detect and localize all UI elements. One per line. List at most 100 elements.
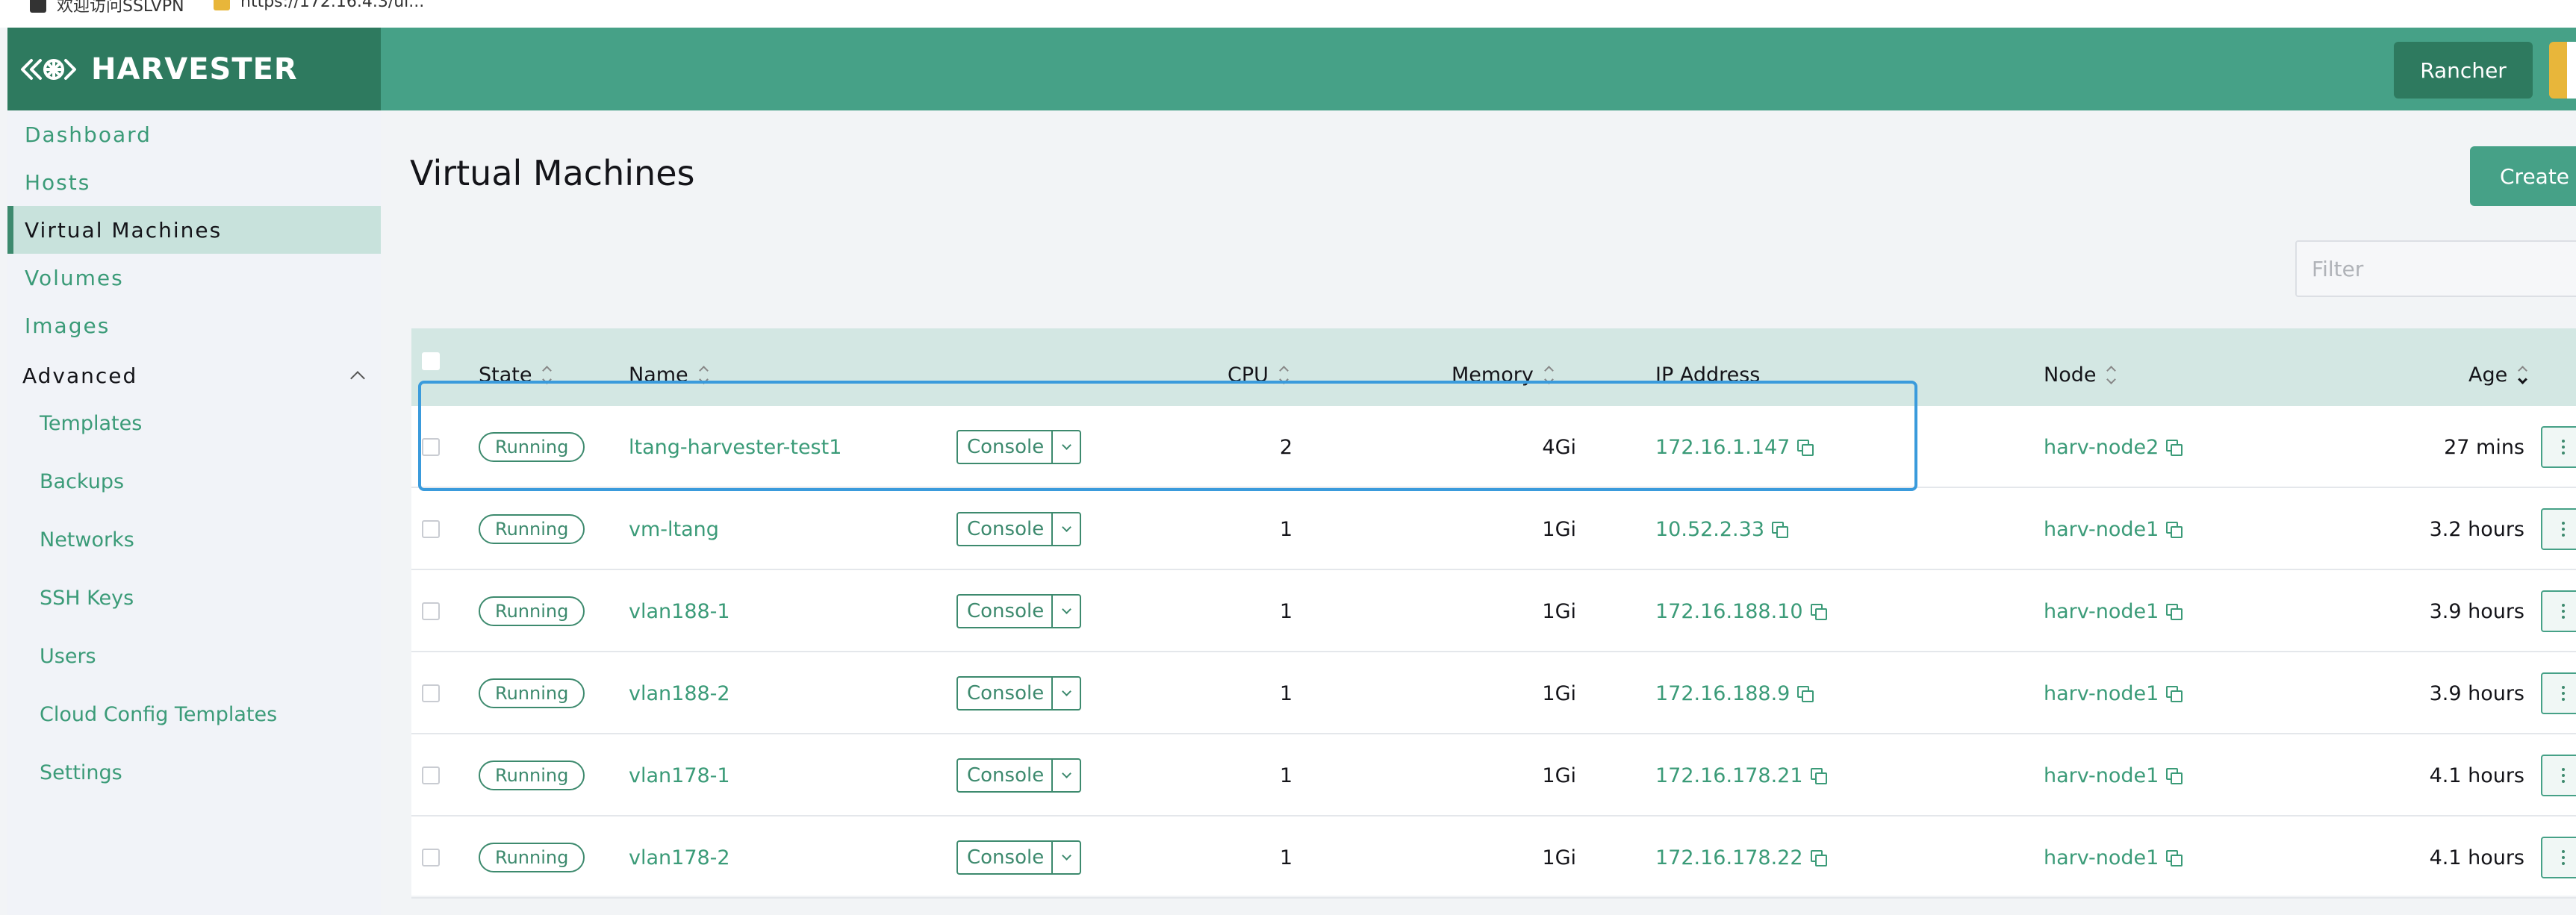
sidebar-item-images[interactable]: Images: [7, 302, 381, 349]
node-link[interactable]: harv-node1: [2044, 682, 2159, 705]
copy-icon[interactable]: [1797, 686, 1814, 702]
create-button[interactable]: Create: [2470, 146, 2576, 206]
avatar[interactable]: [2549, 42, 2576, 99]
sidebar-item-dashboard[interactable]: Dashboard: [7, 110, 381, 158]
sidebar-item-ssh-keys[interactable]: SSH Keys: [7, 577, 381, 619]
bookmark-ui-url[interactable]: https://172.16.4.3/ui...: [214, 0, 424, 11]
row-checkbox[interactable]: [422, 849, 440, 866]
chevron-down-icon[interactable]: [1053, 842, 1080, 873]
console-button[interactable]: Console: [956, 594, 1082, 628]
age-value: 3.9 hours: [2429, 681, 2524, 705]
sidebar-item-volumes[interactable]: Volumes: [7, 254, 381, 302]
vm-name-link[interactable]: vlan188-2: [629, 652, 730, 734]
age-value: 27 mins: [2444, 435, 2524, 459]
copy-icon[interactable]: [1772, 522, 1788, 538]
sidebar-item-templates[interactable]: Templates: [7, 402, 381, 444]
age-value: 4.1 hours: [2429, 763, 2524, 787]
column-header-age[interactable]: Age: [2468, 328, 2528, 406]
console-button[interactable]: Console: [956, 840, 1082, 875]
column-header-memory[interactable]: Memory: [1452, 328, 1554, 406]
sidebar-item-users[interactable]: Users: [7, 635, 381, 677]
ip-address: 172.16.1.147: [1655, 435, 1791, 459]
cpu-value: 1: [1279, 763, 1292, 787]
cpu-value: 1: [1279, 517, 1292, 541]
vm-name-link[interactable]: vlan178-1: [629, 734, 730, 816]
node-link[interactable]: harv-node1: [2044, 518, 2159, 541]
chevron-down-icon[interactable]: [1053, 760, 1080, 791]
sidebar-group-advanced[interactable]: Advanced: [7, 354, 381, 397]
console-button[interactable]: Console: [956, 676, 1082, 711]
vm-table: State Name CPU Memory IP Address Node Ag…: [411, 328, 2576, 899]
sort-icon: [1279, 365, 1289, 384]
sort-icon: [2518, 365, 2528, 384]
filter-input[interactable]: [2295, 240, 2576, 297]
copy-icon[interactable]: [2166, 604, 2183, 620]
vm-name-link[interactable]: ltang-harvester-test1: [629, 406, 841, 488]
folder-icon: [214, 0, 230, 10]
copy-icon[interactable]: [2166, 768, 2183, 784]
chevron-down-icon[interactable]: [1053, 513, 1080, 545]
row-actions-button[interactable]: [2541, 755, 2576, 796]
node-link[interactable]: harv-node2: [2044, 436, 2159, 459]
row-actions-button[interactable]: [2541, 426, 2576, 468]
console-button[interactable]: Console: [956, 512, 1082, 546]
copy-icon[interactable]: [2166, 440, 2183, 456]
row-actions-button[interactable]: [2541, 590, 2576, 632]
column-header-name[interactable]: Name: [629, 328, 709, 406]
sidebar-item-virtual-machines[interactable]: Virtual Machines: [7, 206, 381, 254]
copy-icon[interactable]: [1797, 440, 1814, 456]
vm-name-link[interactable]: vlan188-1: [629, 570, 730, 652]
sidebar-item-hosts[interactable]: Hosts: [7, 158, 381, 206]
node-link[interactable]: harv-node1: [2044, 764, 2159, 787]
cpu-value: 1: [1279, 846, 1292, 869]
cpu-value: 1: [1279, 681, 1292, 705]
bookmark-sslvpn[interactable]: 欢迎访问SSLVPN: [30, 0, 184, 16]
copy-icon[interactable]: [2166, 850, 2183, 866]
vm-name-link[interactable]: vm-ltang: [629, 488, 719, 570]
sidebar-item-settings[interactable]: Settings: [7, 752, 381, 793]
sidebar-item-backups[interactable]: Backups: [7, 460, 381, 502]
console-button[interactable]: Console: [956, 430, 1082, 464]
row-actions-button[interactable]: [2541, 508, 2576, 550]
ip-address: 172.16.188.9: [1655, 681, 1791, 705]
rancher-button[interactable]: Rancher: [2394, 42, 2533, 99]
page-title: Virtual Machines: [410, 153, 695, 193]
column-header-cpu[interactable]: CPU: [1228, 328, 1289, 406]
copy-icon[interactable]: [2166, 522, 2183, 538]
row-checkbox[interactable]: [422, 684, 440, 702]
table-row[interactable]: Running vlan188-1 Console 1 1Gi 172.16.1…: [411, 570, 2576, 652]
copy-icon[interactable]: [1810, 604, 1827, 620]
chevron-down-icon[interactable]: [1053, 678, 1080, 709]
column-header-node[interactable]: Node: [2044, 328, 2117, 406]
table-row[interactable]: Running vlan178-1 Console 1 1Gi 172.16.1…: [411, 734, 2576, 816]
sort-icon: [698, 365, 709, 384]
table-row[interactable]: Running ltang-harvester-test1 Console 2 …: [411, 406, 2576, 488]
node-link[interactable]: harv-node1: [2044, 600, 2159, 623]
console-button[interactable]: Console: [956, 758, 1082, 793]
copy-icon[interactable]: [1810, 850, 1827, 866]
sidebar-item-cloud-config-templates[interactable]: Cloud Config Templates: [7, 693, 381, 735]
table-row[interactable]: Running vlan178-2 Console 1 1Gi 172.16.1…: [411, 816, 2576, 899]
row-actions-button[interactable]: [2541, 672, 2576, 714]
status-badge: Running: [479, 596, 585, 626]
chevron-down-icon[interactable]: [1053, 596, 1080, 627]
select-all-checkbox[interactable]: [422, 352, 440, 370]
chevron-down-icon[interactable]: [1053, 431, 1080, 463]
row-checkbox[interactable]: [422, 602, 440, 620]
row-checkbox[interactable]: [422, 766, 440, 784]
node-link[interactable]: harv-node1: [2044, 846, 2159, 869]
column-header-ip-address: IP Address: [1655, 363, 1761, 387]
table-row[interactable]: Running vlan188-2 Console 1 1Gi 172.16.1…: [411, 652, 2576, 734]
bookmarks-bar: 欢迎访问SSLVPN https://172.16.4.3/ui...: [0, 0, 2576, 28]
vm-name-link[interactable]: vlan178-2: [629, 816, 730, 899]
row-checkbox[interactable]: [422, 438, 440, 456]
copy-icon[interactable]: [2166, 686, 2183, 702]
sidebar-item-networks[interactable]: Networks: [7, 519, 381, 560]
brand-header[interactable]: HARVESTER: [7, 28, 381, 110]
row-checkbox[interactable]: [422, 520, 440, 538]
age-value: 4.1 hours: [2429, 846, 2524, 869]
table-row[interactable]: Running vm-ltang Console 1 1Gi 10.52.2.3…: [411, 488, 2576, 570]
copy-icon[interactable]: [1810, 768, 1827, 784]
row-actions-button[interactable]: [2541, 837, 2576, 878]
column-header-state[interactable]: State: [479, 328, 553, 406]
